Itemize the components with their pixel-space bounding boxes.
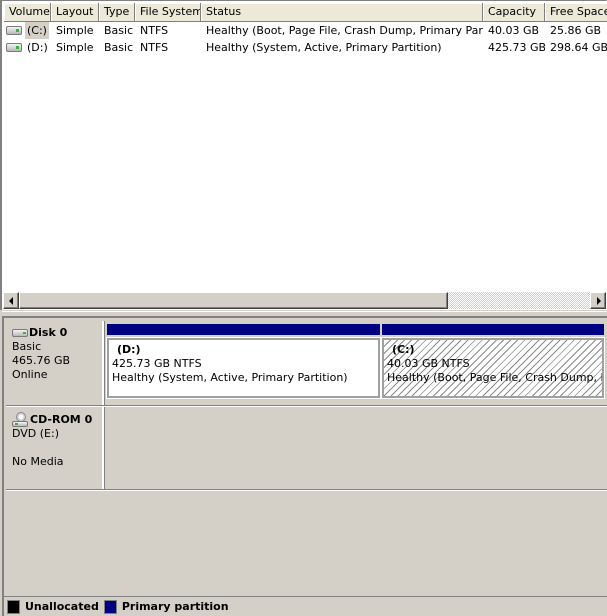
capacity-cell: 40.03 GB [488, 24, 540, 37]
legend-item-primary-partition: Primary partition [103, 599, 229, 614]
arrow-right-icon [597, 297, 601, 305]
disk-size [12, 441, 102, 455]
volume-cell: (D:) [4, 39, 51, 56]
column-header-type[interactable]: Type [99, 3, 135, 22]
layout-cell: Simple [56, 24, 94, 37]
free-space-cell: 25.86 GB [550, 24, 602, 37]
disk-partitions: (D:) 425.73 GB NTFS Healthy (System, Act… [104, 321, 605, 405]
cd-rom-icon [12, 412, 29, 427]
file-system-cell: NTFS [140, 24, 169, 37]
free-space-cell: 298.64 GB [550, 41, 607, 54]
disk-name-row: CD-ROM 0 [12, 412, 102, 427]
capacity-cell: 425.73 GB [488, 41, 545, 54]
pane-splitter[interactable] [2, 311, 607, 318]
disk-row: Disk 0 Basic 465.76 GB Online (D:) 425.7… [6, 321, 605, 405]
volume-list-header: Volume Layout Type File System Status Ca… [4, 3, 607, 22]
disk-graphical-pane: Disk 0 Basic 465.76 GB Online (D:) 425.7… [2, 318, 607, 616]
primary-partition-swatch-icon [103, 599, 117, 614]
volume-name: (C:) [25, 22, 49, 39]
partition-title: (D:) [117, 343, 141, 356]
horizontal-scrollbar[interactable] [3, 292, 606, 309]
disk-row: CD-ROM 0 DVD (E:) No Media [6, 407, 604, 489]
file-system-cell: NTFS [140, 41, 169, 54]
cd-rom-media-area[interactable] [104, 407, 604, 489]
disk-status: No Media [12, 455, 64, 468]
column-header-free-space[interactable]: Free Space [545, 3, 607, 22]
hard-drive-icon [12, 329, 28, 337]
column-header-layout[interactable]: Layout [51, 3, 99, 22]
scrollbar-thumb[interactable] [19, 292, 448, 309]
primary-partition-bar [107, 324, 380, 335]
status-cell: Healthy (System, Active, Primary Partiti… [206, 41, 442, 54]
hard-drive-icon [6, 43, 22, 52]
legend-label: Primary partition [121, 600, 229, 613]
partition-body: (D:) 425.73 GB NTFS Healthy (System, Act… [106, 337, 381, 399]
legend-label: Unallocated [25, 600, 99, 613]
layout-cell: Simple [56, 41, 94, 54]
partition-size: 40.03 GB NTFS [387, 357, 470, 370]
legend: Unallocated Primary partition [2, 596, 607, 616]
disk-name: CD-ROM 0 [30, 412, 93, 426]
volume-row[interactable]: (D:) Simple Basic NTFS Healthy (System, … [4, 39, 607, 56]
partition-status: Healthy (System, Active, Primary Partiti… [112, 371, 348, 384]
scroll-right-button[interactable] [590, 292, 606, 309]
column-header-status[interactable]: Status [201, 3, 483, 22]
volume-row[interactable]: (C:) Simple Basic NTFS Healthy (Boot, Pa… [4, 22, 607, 39]
disk-info[interactable]: CD-ROM 0 DVD (E:) No Media [6, 407, 104, 489]
volume-list-body: (C:) Simple Basic NTFS Healthy (Boot, Pa… [4, 22, 607, 56]
partition-status: Healthy (Boot, Page File, Crash Dump, Pr… [387, 371, 602, 384]
type-cell: Basic [104, 24, 134, 37]
type-cell: Basic [104, 41, 134, 54]
disk-status: Online [12, 368, 48, 381]
column-header-volume[interactable]: Volume [4, 3, 51, 22]
partition-d[interactable]: (D:) 425.73 GB NTFS Healthy (System, Act… [106, 324, 381, 405]
row-divider [6, 489, 607, 491]
disk-size: 465.76 GB [12, 354, 71, 367]
volume-cell: (C:) [4, 22, 51, 39]
hard-drive-icon [6, 26, 22, 35]
disk-type: Basic [12, 340, 42, 353]
scroll-left-button[interactable] [3, 292, 19, 309]
partition-title: (C:) [392, 343, 415, 356]
disk-type: DVD (E:) [12, 427, 60, 440]
volume-name: (D:) [27, 41, 48, 54]
partition-size: 425.73 GB NTFS [112, 357, 202, 370]
disk-info[interactable]: Disk 0 Basic 465.76 GB Online [6, 321, 104, 405]
status-cell: Healthy (Boot, Page File, Crash Dump, Pr… [206, 24, 483, 37]
unallocated-swatch-icon [7, 599, 20, 614]
partition-body: (C:) 40.03 GB NTFS Healthy (Boot, Page F… [381, 337, 605, 399]
arrow-left-icon [9, 297, 13, 305]
column-header-capacity[interactable]: Capacity [483, 3, 545, 22]
legend-item-unallocated: Unallocated [7, 599, 99, 614]
disk-name: Disk 0 [29, 326, 68, 339]
volume-list-pane: Volume Layout Type File System Status Ca… [0, 0, 607, 310]
column-header-file-system[interactable]: File System [135, 3, 201, 22]
disk-name-row: Disk 0 [12, 326, 102, 340]
partition-c[interactable]: (C:) 40.03 GB NTFS Healthy (Boot, Page F… [381, 324, 605, 405]
primary-partition-bar [382, 324, 604, 335]
